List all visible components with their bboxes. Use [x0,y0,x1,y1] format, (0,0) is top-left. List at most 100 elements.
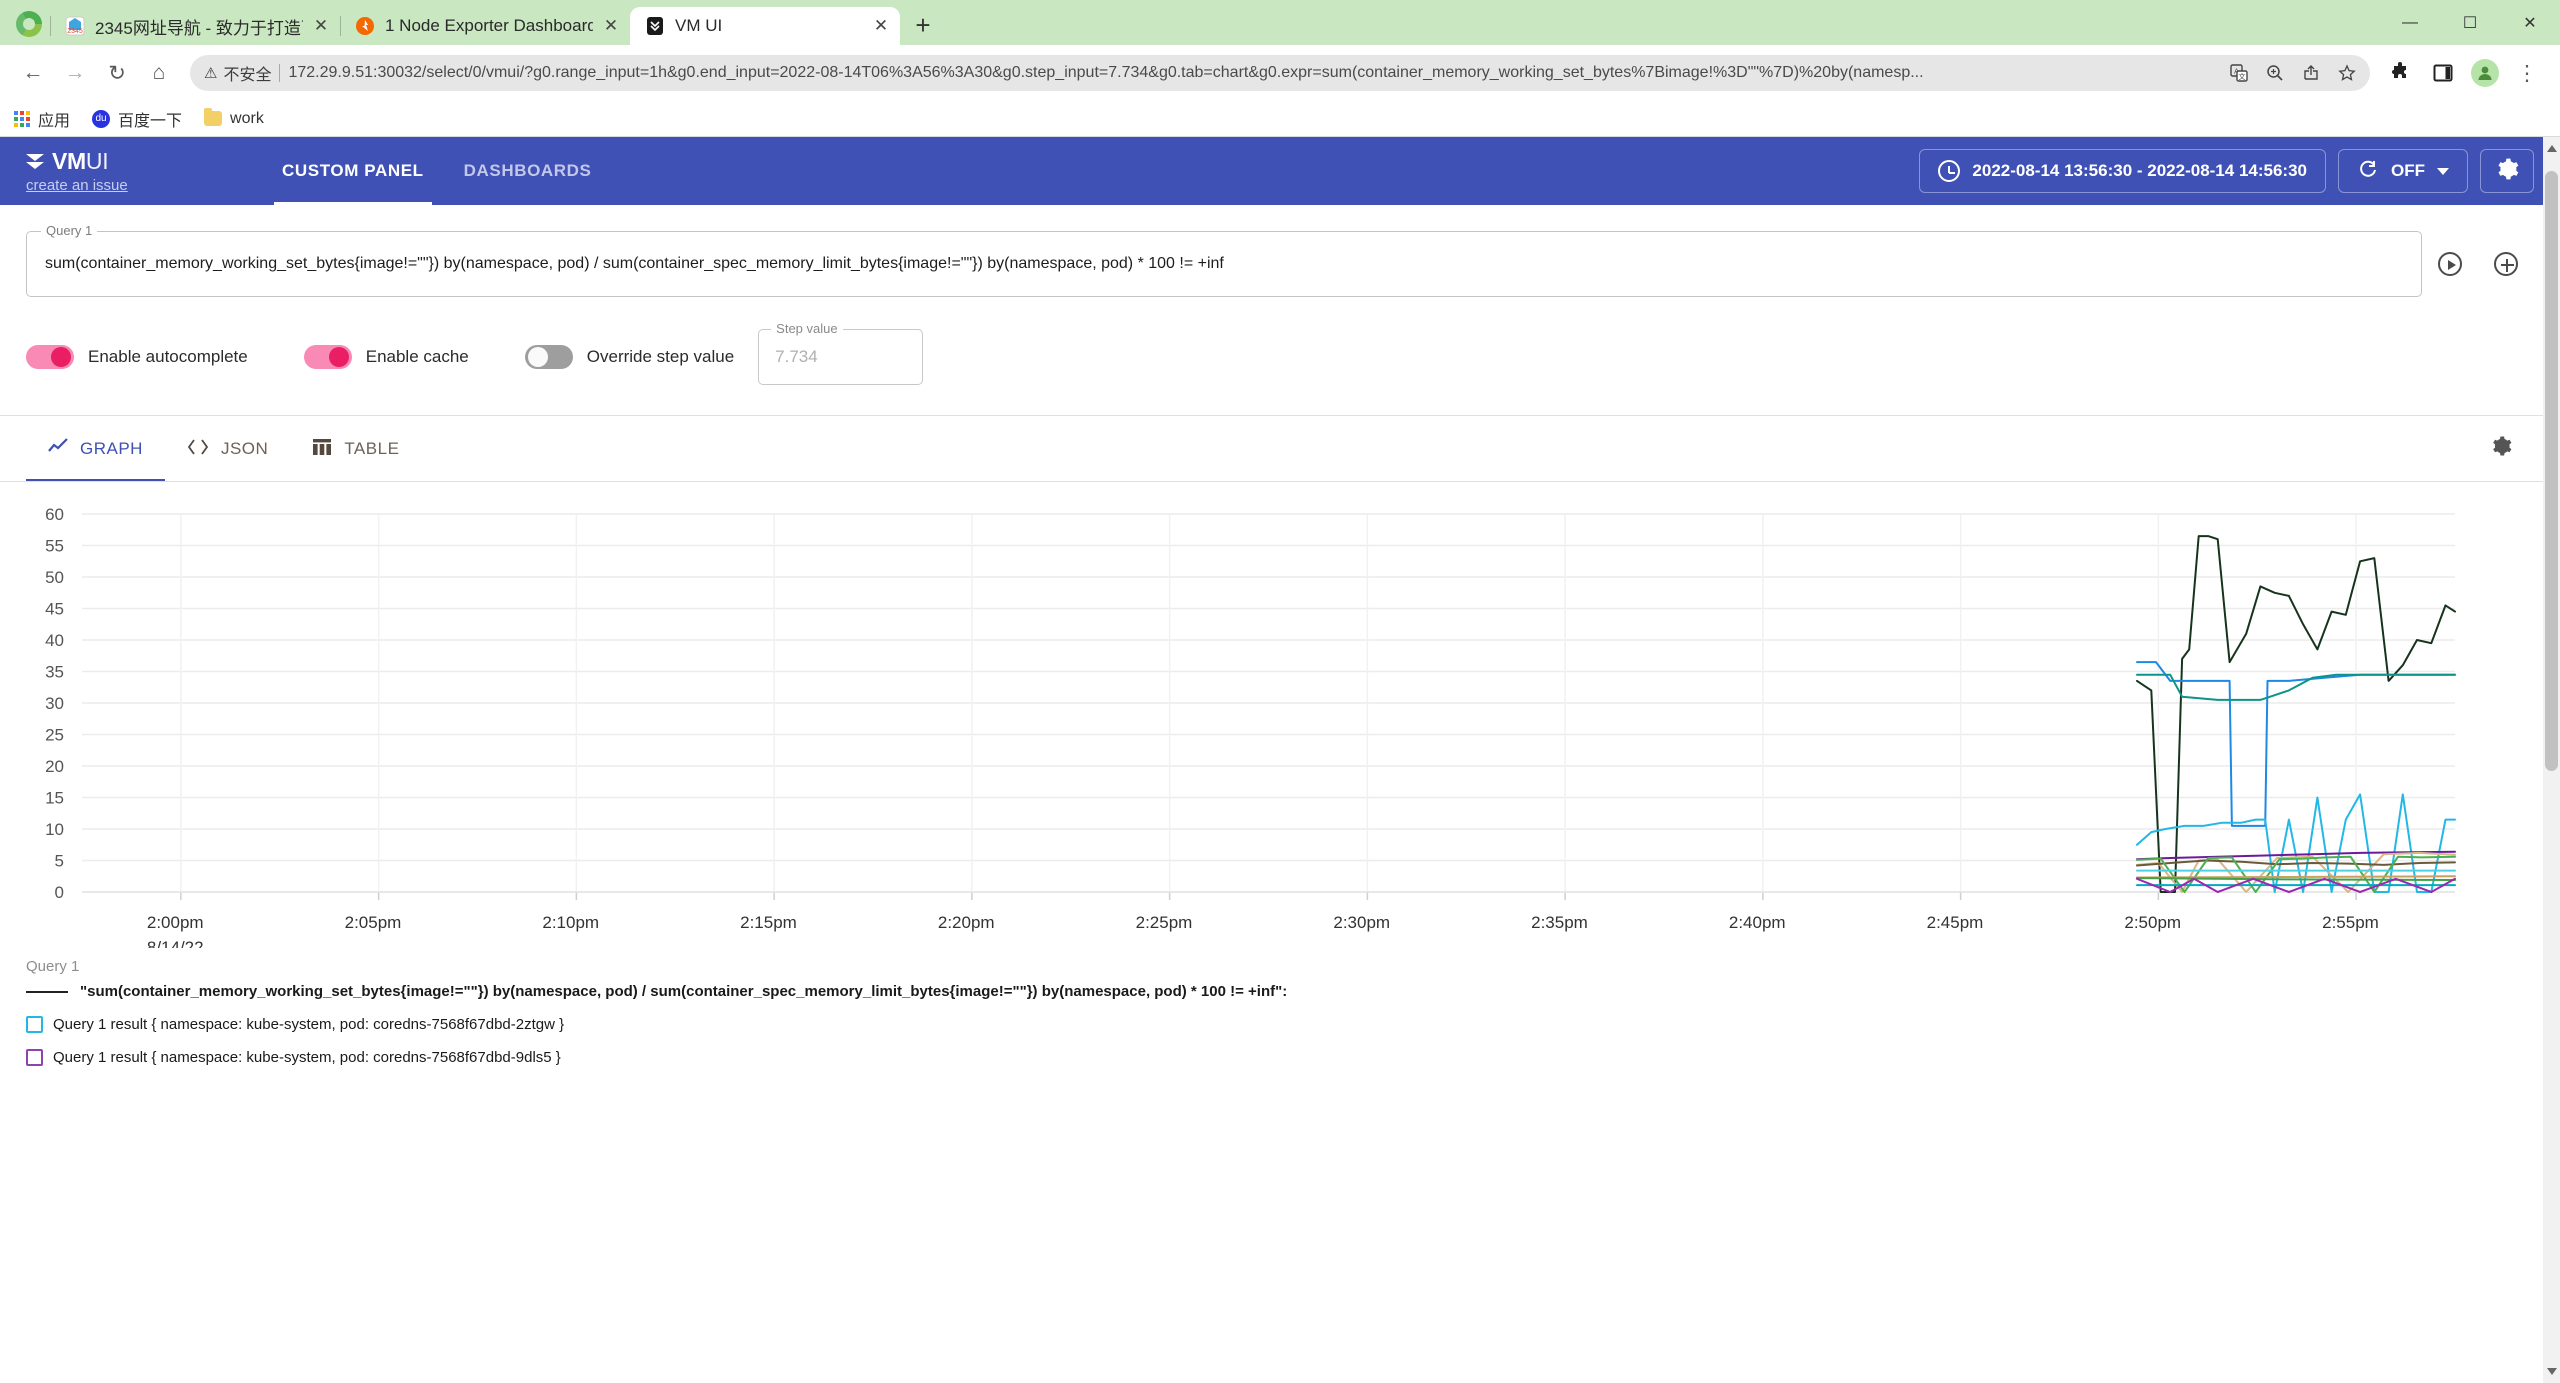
tab-json[interactable]: JSON [165,416,290,482]
gear-icon [2495,157,2519,186]
enable-autocomplete-toggle[interactable]: Enable autocomplete [26,345,248,369]
close-icon[interactable]: ✕ [312,16,330,36]
omnibox-divider [279,64,281,82]
bookmark-label: 百度一下 [118,112,183,130]
security-label: 不安全 [223,67,272,84]
page-scrollbar[interactable] [2543,137,2560,1383]
app-nav-tabs: CUSTOM PANEL DASHBOARDS [262,137,611,205]
query-section: Query 1 sum(container_memory_working_set… [0,205,2560,297]
share-icon[interactable] [2294,56,2328,90]
chart-series-line [2136,535,2456,893]
x-axis-tick: 2:55pm [2322,913,2379,932]
time-series-chart[interactable]: 0 5 10 15 20 25 30 35 40 45 50 55 60 2:00pm 8/14/22 2:0… [0,496,2560,948]
folder-icon [204,108,223,126]
step-value-legend: Step value [771,321,843,336]
tab-json-label: JSON [220,439,269,458]
window-controls: — ☐ ✕ [2380,0,2560,45]
home-icon[interactable]: ⌂ [140,54,178,92]
y-axis-tick: 35 [45,663,64,682]
bookmark-baidu[interactable]: du 百度一下 [92,107,182,131]
line-chart-icon [48,437,68,462]
query-expression: sum(container_memory_working_set_bytes{i… [45,255,1224,272]
x-axis-tick: 2:25pm [1136,913,1193,932]
view-tabs-underline [0,481,2560,482]
scroll-up-icon[interactable] [2547,145,2557,152]
bookmark-star-icon[interactable] [2330,56,2364,90]
graph-panel[interactable]: 0 5 10 15 20 25 30 35 40 45 50 55 60 2:00pm 8/14/22 2:0… [0,496,2560,948]
execute-query-button[interactable] [2422,231,2478,297]
override-step-switch[interactable] [524,345,573,369]
y-axis-tick: 25 [45,726,64,745]
cache-switch[interactable] [303,345,352,369]
grafana-icon [354,15,376,37]
graph-settings-button[interactable] [2490,435,2512,463]
tab-custom-panel[interactable]: CUSTOM PANEL [262,137,444,205]
y-axis-tick: 40 [45,631,64,650]
side-panel-icon[interactable] [2424,54,2462,92]
y-axis-tick: 20 [45,757,64,776]
y-axis-tick: 45 [45,600,64,619]
y-axis-tick: 0 [55,883,64,902]
url-text: 172.29.9.51:30032/select/0/vmui/?g0.rang… [288,64,1924,81]
list-item[interactable]: Query 1 result { namespace: kube-system,… [26,1016,2534,1033]
chart-series-line [2136,877,2456,881]
bookmark-label: work [230,109,264,127]
security-indicator[interactable]: ⚠ 不安全 [204,61,271,85]
bookmark-apps[interactable]: 应用 [14,107,70,131]
y-axis-tick: 5 [55,852,64,871]
legend-color-swatch[interactable] [26,1049,43,1066]
override-step-toggle[interactable]: Override step value [524,345,734,369]
step-value-input[interactable]: Step value 7.734 [758,321,924,385]
extensions-puzzle-icon[interactable] [2382,54,2420,92]
y-axis-tick: 30 [45,694,64,713]
app-brand[interactable]: VMUI create an issue [26,148,216,194]
back-icon[interactable]: ← [14,54,52,92]
close-icon[interactable]: ✕ [602,16,620,36]
add-query-button[interactable] [2478,231,2534,297]
legend-color-swatch[interactable] [26,1016,43,1033]
bookmark-work[interactable]: work [204,108,264,128]
forward-icon[interactable]: → [56,54,94,92]
window-close-button[interactable]: ✕ [2500,0,2560,45]
list-item[interactable]: Query 1 result { namespace: kube-system,… [26,1049,2534,1066]
tab-table[interactable]: TABLE [290,416,421,482]
tab-graph[interactable]: GRAPH [26,416,165,482]
address-bar[interactable]: ⚠ 不安全 172.29.9.51:30032/select/0/vmui/?g… [190,55,2370,91]
translate-icon[interactable]: A文 [2222,56,2256,90]
reload-icon[interactable]: ↻ [98,54,136,92]
minimize-button[interactable]: — [2380,0,2440,45]
x-axis-tick: 2:10pm [542,913,599,932]
browser-tab-title: VM UI [675,16,723,35]
x-axis-tick: 2:20pm [938,913,995,932]
step-value-text: 7.734 [775,347,818,366]
create-an-issue-link[interactable]: create an issue [26,177,128,194]
maximize-button[interactable]: ☐ [2440,0,2500,45]
auto-refresh-selector[interactable]: OFF [2338,149,2468,193]
autocomplete-switch[interactable] [26,345,74,369]
scroll-down-icon[interactable] [2547,1368,2557,1375]
app-settings-button[interactable] [2480,149,2534,193]
zoom-icon[interactable] [2258,56,2292,90]
enable-cache-toggle[interactable]: Enable cache [303,345,469,369]
scrollbar-thumb[interactable] [2545,171,2558,771]
chrome-menu-icon[interactable]: ⋮ [2508,54,2546,92]
tab-dashboards[interactable]: DASHBOARDS [444,137,612,205]
apps-grid-icon [14,110,30,127]
x-axis-tick: 2:15pm [740,913,797,932]
y-axis-tick: 10 [45,820,64,839]
tab-table-label: TABLE [344,439,400,458]
browser-tab-1[interactable]: 1 Node Exporter Dashboard 22... ✕ [340,7,630,45]
y-axis-tick: 50 [45,568,64,587]
chart-series-line [2136,875,2456,879]
2345-icon: 2345 [64,15,86,37]
baidu-icon: du [92,109,111,128]
new-tab-button[interactable]: + [906,8,940,42]
browser-tab-2[interactable]: VM UI ✕ [630,7,900,45]
close-icon[interactable]: ✕ [872,16,890,36]
y-axis-tick: 55 [45,537,64,556]
legend-expression-text: "sum(container_memory_working_set_bytes{… [80,983,1288,1000]
time-range-selector[interactable]: 2022-08-14 13:56:30 - 2022-08-14 14:56:3… [1919,149,2326,193]
browser-tab-0[interactable]: 2345 2345网址导航 - 致力于打造百年... ✕ [50,7,340,45]
query-input[interactable]: Query 1 sum(container_memory_working_set… [26,223,2422,297]
profile-avatar[interactable] [2466,54,2504,92]
